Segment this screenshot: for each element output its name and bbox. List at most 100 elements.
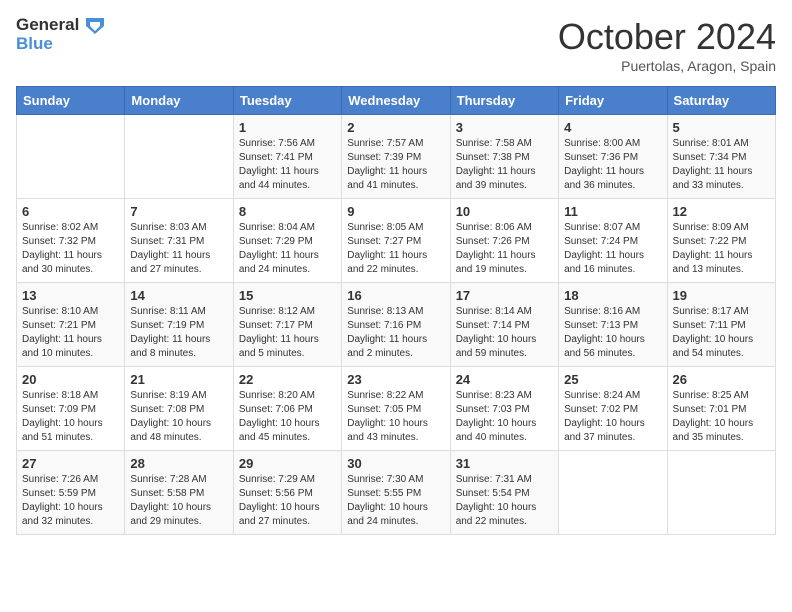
day-info: Sunrise: 8:18 AMSunset: 7:09 PMDaylight:… (22, 389, 119, 445)
day-number: 11 (564, 204, 661, 219)
header-saturday: Saturday (667, 87, 775, 115)
day-number: 16 (347, 288, 444, 303)
header-wednesday: Wednesday (342, 87, 450, 115)
calendar-day: 10 Sunrise: 8:06 AMSunset: 7:26 PMDaylig… (450, 199, 558, 283)
day-number: 18 (564, 288, 661, 303)
calendar-day: 9 Sunrise: 8:05 AMSunset: 7:27 PMDayligh… (342, 199, 450, 283)
calendar-day: 3 Sunrise: 7:58 AMSunset: 7:38 PMDayligh… (450, 115, 558, 199)
calendar-day: 18 Sunrise: 8:16 AMSunset: 7:13 PMDaylig… (559, 283, 667, 367)
calendar-day: 14 Sunrise: 8:11 AMSunset: 7:19 PMDaylig… (125, 283, 233, 367)
calendar-day: 27 Sunrise: 7:26 AMSunset: 5:59 PMDaylig… (17, 451, 125, 535)
day-number: 26 (673, 372, 770, 387)
day-number: 28 (130, 456, 227, 471)
day-info: Sunrise: 8:16 AMSunset: 7:13 PMDaylight:… (564, 305, 661, 361)
day-info: Sunrise: 8:23 AMSunset: 7:03 PMDaylight:… (456, 389, 553, 445)
calendar-week-1: 1 Sunrise: 7:56 AMSunset: 7:41 PMDayligh… (17, 115, 776, 199)
day-number: 7 (130, 204, 227, 219)
day-info: Sunrise: 8:01 AMSunset: 7:34 PMDaylight:… (673, 137, 770, 193)
day-info: Sunrise: 8:17 AMSunset: 7:11 PMDaylight:… (673, 305, 770, 361)
calendar-day: 12 Sunrise: 8:09 AMSunset: 7:22 PMDaylig… (667, 199, 775, 283)
day-number: 5 (673, 120, 770, 135)
calendar-day: 21 Sunrise: 8:19 AMSunset: 7:08 PMDaylig… (125, 367, 233, 451)
page-header: General Blue October 2024 Puertolas, Ara… (16, 16, 776, 74)
calendar-day: 8 Sunrise: 8:04 AMSunset: 7:29 PMDayligh… (233, 199, 341, 283)
calendar-day: 15 Sunrise: 8:12 AMSunset: 7:17 PMDaylig… (233, 283, 341, 367)
calendar-day (17, 115, 125, 199)
day-info: Sunrise: 7:26 AMSunset: 5:59 PMDaylight:… (22, 473, 119, 529)
day-info: Sunrise: 8:07 AMSunset: 7:24 PMDaylight:… (564, 221, 661, 277)
day-number: 22 (239, 372, 336, 387)
header-sunday: Sunday (17, 87, 125, 115)
calendar-day: 1 Sunrise: 7:56 AMSunset: 7:41 PMDayligh… (233, 115, 341, 199)
title-block: October 2024 Puertolas, Aragon, Spain (558, 16, 776, 74)
day-number: 10 (456, 204, 553, 219)
calendar-day: 30 Sunrise: 7:30 AMSunset: 5:55 PMDaylig… (342, 451, 450, 535)
calendar-day: 22 Sunrise: 8:20 AMSunset: 7:06 PMDaylig… (233, 367, 341, 451)
header-thursday: Thursday (450, 87, 558, 115)
calendar-week-2: 6 Sunrise: 8:02 AMSunset: 7:32 PMDayligh… (17, 199, 776, 283)
day-number: 27 (22, 456, 119, 471)
month-title: October 2024 (558, 16, 776, 58)
header-tuesday: Tuesday (233, 87, 341, 115)
calendar-week-3: 13 Sunrise: 8:10 AMSunset: 7:21 PMDaylig… (17, 283, 776, 367)
day-info: Sunrise: 7:28 AMSunset: 5:58 PMDaylight:… (130, 473, 227, 529)
calendar-week-5: 27 Sunrise: 7:26 AMSunset: 5:59 PMDaylig… (17, 451, 776, 535)
day-number: 15 (239, 288, 336, 303)
day-info: Sunrise: 8:24 AMSunset: 7:02 PMDaylight:… (564, 389, 661, 445)
day-info: Sunrise: 8:13 AMSunset: 7:16 PMDaylight:… (347, 305, 444, 361)
calendar-day (559, 451, 667, 535)
day-number: 4 (564, 120, 661, 135)
day-number: 20 (22, 372, 119, 387)
calendar-day: 20 Sunrise: 8:18 AMSunset: 7:09 PMDaylig… (17, 367, 125, 451)
calendar-day: 17 Sunrise: 8:14 AMSunset: 7:14 PMDaylig… (450, 283, 558, 367)
day-info: Sunrise: 7:30 AMSunset: 5:55 PMDaylight:… (347, 473, 444, 529)
day-number: 3 (456, 120, 553, 135)
day-info: Sunrise: 8:00 AMSunset: 7:36 PMDaylight:… (564, 137, 661, 193)
calendar-week-4: 20 Sunrise: 8:18 AMSunset: 7:09 PMDaylig… (17, 367, 776, 451)
calendar-day: 13 Sunrise: 8:10 AMSunset: 7:21 PMDaylig… (17, 283, 125, 367)
calendar-day: 29 Sunrise: 7:29 AMSunset: 5:56 PMDaylig… (233, 451, 341, 535)
calendar-day: 5 Sunrise: 8:01 AMSunset: 7:34 PMDayligh… (667, 115, 775, 199)
day-info: Sunrise: 7:56 AMSunset: 7:41 PMDaylight:… (239, 137, 336, 193)
day-info: Sunrise: 7:57 AMSunset: 7:39 PMDaylight:… (347, 137, 444, 193)
day-number: 9 (347, 204, 444, 219)
header-row: Sunday Monday Tuesday Wednesday Thursday… (17, 87, 776, 115)
calendar-day: 31 Sunrise: 7:31 AMSunset: 5:54 PMDaylig… (450, 451, 558, 535)
header-monday: Monday (125, 87, 233, 115)
day-number: 17 (456, 288, 553, 303)
day-number: 13 (22, 288, 119, 303)
day-info: Sunrise: 8:22 AMSunset: 7:05 PMDaylight:… (347, 389, 444, 445)
day-number: 24 (456, 372, 553, 387)
logo-text: General Blue (16, 16, 104, 53)
day-info: Sunrise: 7:29 AMSunset: 5:56 PMDaylight:… (239, 473, 336, 529)
calendar-table: Sunday Monday Tuesday Wednesday Thursday… (16, 86, 776, 535)
day-number: 30 (347, 456, 444, 471)
day-number: 14 (130, 288, 227, 303)
day-info: Sunrise: 8:20 AMSunset: 7:06 PMDaylight:… (239, 389, 336, 445)
day-info: Sunrise: 8:10 AMSunset: 7:21 PMDaylight:… (22, 305, 119, 361)
calendar-day: 19 Sunrise: 8:17 AMSunset: 7:11 PMDaylig… (667, 283, 775, 367)
day-number: 8 (239, 204, 336, 219)
calendar-day: 26 Sunrise: 8:25 AMSunset: 7:01 PMDaylig… (667, 367, 775, 451)
calendar-day: 28 Sunrise: 7:28 AMSunset: 5:58 PMDaylig… (125, 451, 233, 535)
day-number: 31 (456, 456, 553, 471)
calendar-day (667, 451, 775, 535)
day-info: Sunrise: 8:19 AMSunset: 7:08 PMDaylight:… (130, 389, 227, 445)
day-number: 12 (673, 204, 770, 219)
day-info: Sunrise: 8:25 AMSunset: 7:01 PMDaylight:… (673, 389, 770, 445)
calendar-day: 7 Sunrise: 8:03 AMSunset: 7:31 PMDayligh… (125, 199, 233, 283)
day-info: Sunrise: 8:14 AMSunset: 7:14 PMDaylight:… (456, 305, 553, 361)
header-friday: Friday (559, 87, 667, 115)
day-number: 6 (22, 204, 119, 219)
calendar-day: 25 Sunrise: 8:24 AMSunset: 7:02 PMDaylig… (559, 367, 667, 451)
day-number: 23 (347, 372, 444, 387)
calendar-day: 4 Sunrise: 8:00 AMSunset: 7:36 PMDayligh… (559, 115, 667, 199)
day-info: Sunrise: 8:03 AMSunset: 7:31 PMDaylight:… (130, 221, 227, 277)
day-info: Sunrise: 8:06 AMSunset: 7:26 PMDaylight:… (456, 221, 553, 277)
day-info: Sunrise: 7:58 AMSunset: 7:38 PMDaylight:… (456, 137, 553, 193)
day-info: Sunrise: 8:02 AMSunset: 7:32 PMDaylight:… (22, 221, 119, 277)
day-info: Sunrise: 8:04 AMSunset: 7:29 PMDaylight:… (239, 221, 336, 277)
day-number: 1 (239, 120, 336, 135)
day-number: 29 (239, 456, 336, 471)
location-subtitle: Puertolas, Aragon, Spain (558, 58, 776, 74)
